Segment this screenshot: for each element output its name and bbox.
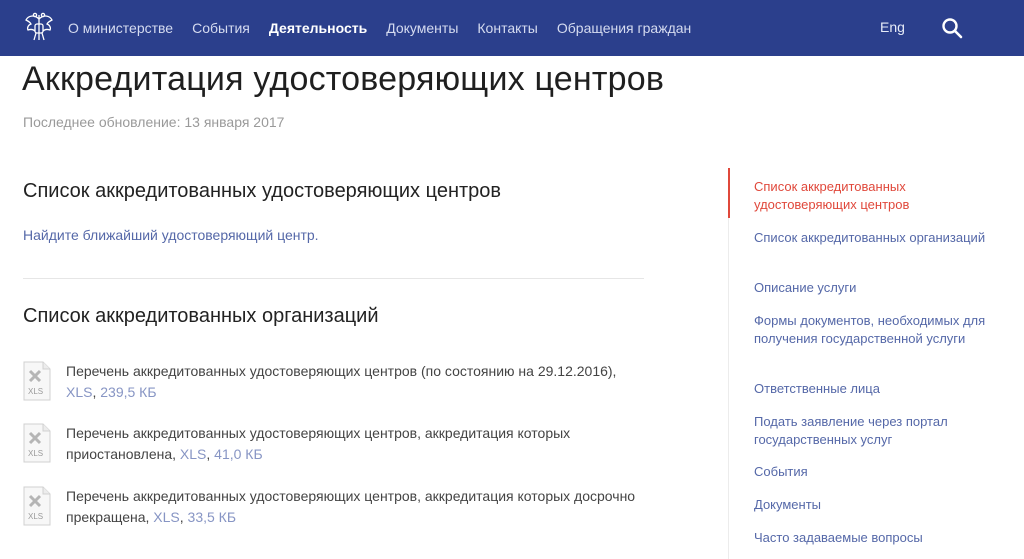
sidebar-rule (728, 218, 729, 559)
active-indicator (728, 168, 730, 218)
file-icon-label: XLS (28, 512, 43, 521)
file-title[interactable]: Перечень аккредитованных удостоверяющих … (66, 363, 616, 379)
nav-item-activity[interactable]: Деятельность (269, 20, 367, 36)
section-title-accredited-centers: Список аккредитованных удостоверяющих це… (23, 180, 502, 202)
file-format: XLS (179, 446, 207, 462)
sidebar-item-accredited-orgs[interactable]: Список аккредитованных организаций (754, 229, 994, 247)
sidebar-item-service-description[interactable]: Описание услуги (754, 279, 994, 297)
sidebar-item-events[interactable]: События (754, 463, 994, 481)
file-format: XLS (66, 384, 93, 400)
last-updated: Последнее обновление: 13 января 2017 (23, 114, 285, 130)
file-format: XLS (153, 509, 180, 525)
search-icon[interactable] (941, 17, 963, 39)
file-size: 239,5 КБ (100, 384, 157, 400)
section-divider (23, 278, 644, 279)
page-title: Аккредитация удостоверяющих центров (22, 60, 665, 98)
xls-file-icon: XLS (23, 423, 51, 463)
file-link-text[interactable]: Перечень аккредитованных удостоверяющих … (66, 423, 641, 465)
sidebar-item-documents[interactable]: Документы (754, 496, 994, 514)
sidebar-item-responsible-persons[interactable]: Ответственные лица (754, 380, 994, 398)
xls-file-icon: XLS (23, 361, 51, 401)
file-link-text[interactable]: Перечень аккредитованных удостоверяющих … (66, 486, 641, 528)
section-title-accredited-orgs: Список аккредитованных организаций (23, 305, 379, 327)
nav-item-events[interactable]: События (192, 20, 250, 36)
xls-file-icon: XLS (23, 486, 51, 526)
file-link-text[interactable]: Перечень аккредитованных удостоверяющих … (66, 361, 641, 403)
sidebar-item-accredited-centers[interactable]: Список аккредитованных удостоверяющих це… (754, 178, 994, 213)
file-title[interactable]: Перечень аккредитованных удостоверяющих … (66, 425, 570, 462)
nav-item-ministry[interactable]: О министерстве (68, 20, 173, 36)
file-size: 33,5 КБ (187, 509, 237, 525)
file-title[interactable]: Перечень аккредитованных удостоверяющих … (66, 488, 635, 525)
main-nav: О министерстве События Деятельность Доку… (68, 0, 710, 56)
nav-item-citizen-appeals[interactable]: Обращения граждан (557, 20, 691, 36)
nav-item-contacts[interactable]: Контакты (477, 20, 537, 36)
state-emblem-icon[interactable] (22, 10, 56, 44)
sidebar-item-document-forms[interactable]: Формы документов, необходимых для получе… (754, 312, 994, 347)
sidebar-item-faq[interactable]: Часто задаваемые вопросы (754, 529, 994, 547)
nav-item-documents[interactable]: Документы (386, 20, 458, 36)
file-size: 41,0 КБ (214, 446, 263, 462)
top-navigation-bar: О министерстве События Деятельность Доку… (0, 0, 1024, 56)
file-icon-label: XLS (28, 387, 43, 396)
file-icon-label: XLS (28, 449, 43, 458)
find-nearest-center-link[interactable]: Найдите ближайший удостоверяющий центр. (23, 227, 319, 243)
language-switch[interactable]: Eng (880, 19, 905, 35)
sidebar-item-apply-via-portal[interactable]: Подать заявление через портал государств… (754, 413, 994, 448)
